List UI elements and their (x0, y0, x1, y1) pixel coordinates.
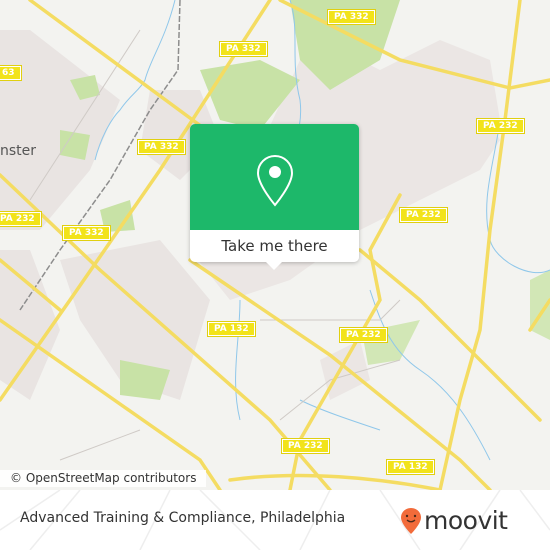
moovit-logo[interactable]: moovit (400, 506, 508, 535)
route-shield: PA 132 (207, 321, 256, 337)
route-shield: PA 132 (386, 459, 435, 475)
route-shield: PA 232 (0, 211, 42, 227)
popup-header (190, 124, 359, 230)
route-shield: PA 332 (62, 225, 111, 241)
route-shield: PA 332 (219, 41, 268, 57)
route-shield: PA 232 (281, 438, 330, 454)
map-view[interactable]: nster PA 332 PA 332 PA 332 PA 332 63 PA … (0, 0, 550, 490)
attribution-text: © OpenStreetMap contributors (10, 471, 197, 485)
footer-bar: Advanced Training & Compliance, Philadel… (0, 490, 550, 550)
route-shield: PA 232 (476, 118, 525, 134)
route-shield: PA 332 (327, 9, 376, 25)
place-label: nster (0, 143, 37, 159)
route-shield: PA 332 (137, 139, 186, 155)
route-shield: 63 (0, 65, 22, 81)
route-shield: PA 232 (339, 327, 388, 343)
moovit-pin-icon (401, 507, 421, 534)
location-title: Advanced Training & Compliance, Philadel… (20, 510, 346, 526)
popup-pointer (266, 262, 282, 270)
route-shield: PA 232 (399, 207, 448, 223)
map-pin-icon (256, 154, 294, 207)
map-attribution[interactable]: © OpenStreetMap contributors (0, 470, 207, 487)
moovit-wordmark: moovit (424, 506, 508, 535)
take-me-there-button[interactable]: Take me there (190, 230, 359, 262)
location-popup: Take me there (190, 124, 359, 270)
take-me-there-label: Take me there (221, 237, 328, 255)
